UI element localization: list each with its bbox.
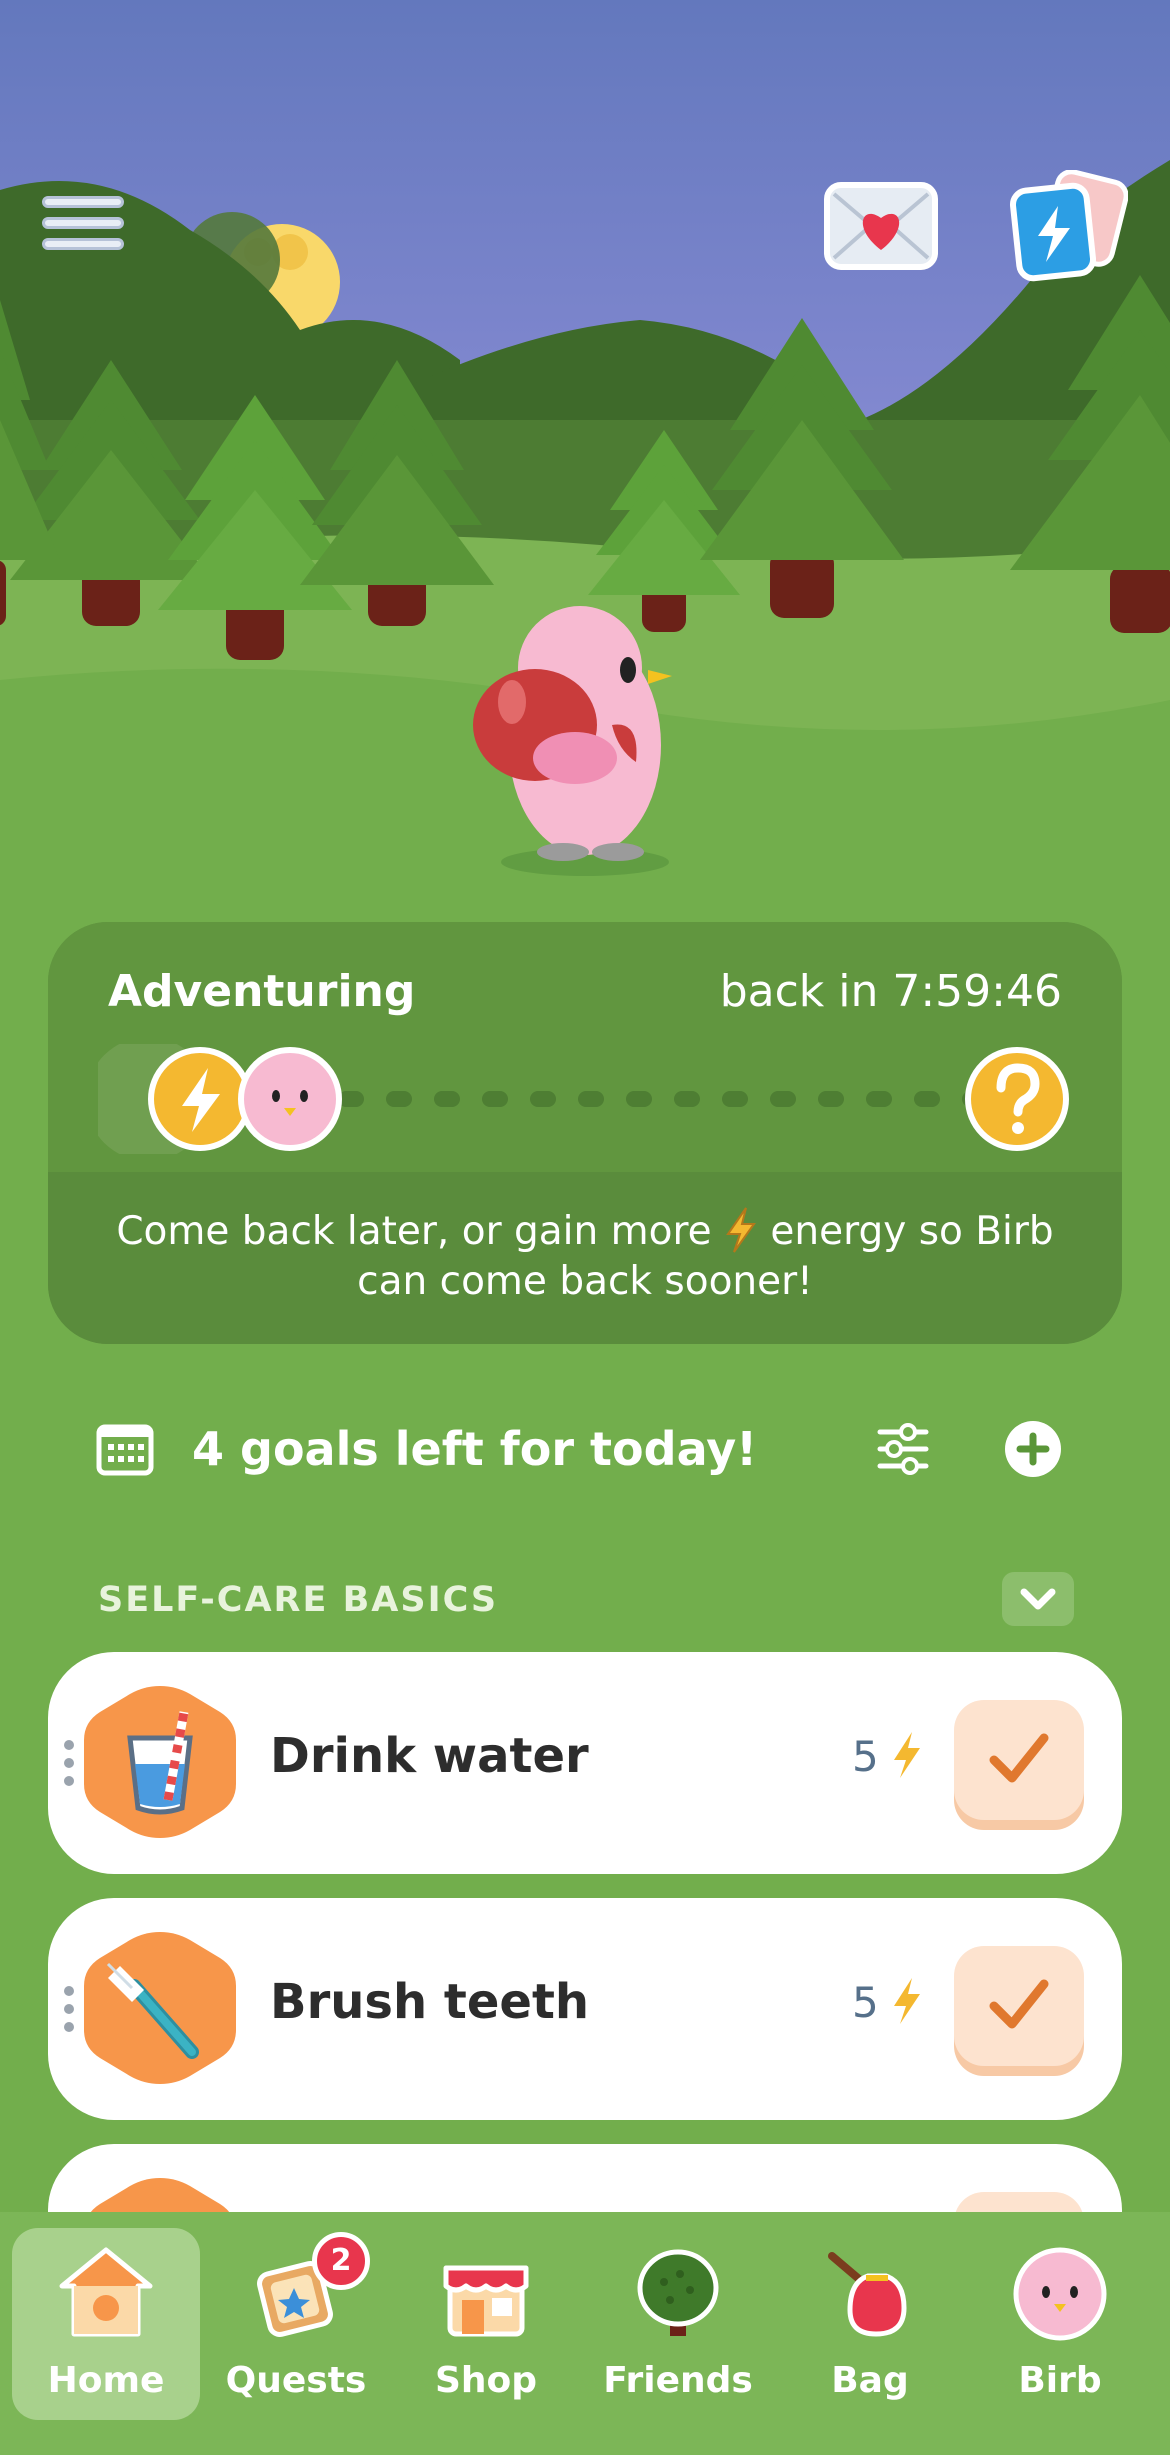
tab-birb[interactable]: Birb	[966, 2228, 1154, 2420]
complete-habit-button[interactable]	[954, 1946, 1084, 2066]
bag-icon	[828, 2252, 907, 2337]
energy-bolt-icon	[148, 1047, 252, 1151]
toothbrush-icon	[84, 1932, 236, 2084]
habit-card-drink-water[interactable]: Drink water 5	[48, 1652, 1122, 1874]
tab-label: Bag	[831, 2360, 909, 2401]
adventure-message: Come back later, or gain more energy so …	[108, 1206, 1062, 1307]
energy-bolt-icon	[726, 1207, 756, 1253]
tab-label: Friends	[603, 2360, 753, 2401]
adventure-title: Adventuring	[108, 966, 416, 1017]
tree-icon	[637, 2249, 719, 2336]
tab-label: Quests	[225, 2360, 367, 2401]
birdhouse-icon	[59, 2247, 153, 2337]
tab-quests[interactable]: 2 Quests	[202, 2228, 390, 2420]
checkmark-icon	[989, 1733, 1049, 1783]
habit-name: Brush teeth	[270, 1974, 590, 2030]
tab-bag[interactable]: Bag	[776, 2228, 964, 2420]
habit-card-brush-teeth[interactable]: Brush teeth 5	[48, 1898, 1122, 2120]
tab-home[interactable]: Home	[12, 2228, 200, 2420]
tab-label: Shop	[434, 2360, 538, 2401]
tab-shop[interactable]: Shop	[392, 2228, 580, 2420]
birb-face-icon	[238, 1047, 342, 1151]
adventure-progress-track	[98, 1044, 1069, 1154]
heart-mail-icon	[824, 182, 938, 270]
chevron-down-icon	[1020, 1588, 1056, 1610]
bottom-tab-bar: Home 2 Quests Shop Friends Bag Birb	[0, 2212, 1170, 2455]
shop-icon	[443, 2265, 529, 2337]
section-title: SELF-CARE BASICS	[98, 1580, 499, 1620]
quests-badge: 2	[312, 2232, 370, 2290]
menu-button[interactable]	[38, 190, 128, 256]
checkmark-icon	[989, 1979, 1049, 2029]
drag-handle-icon[interactable]	[62, 1738, 76, 1788]
complete-habit-button[interactable]	[954, 1700, 1084, 1820]
hamburger-menu-icon	[42, 196, 124, 208]
hamburger-line	[42, 238, 124, 250]
goals-left-text: 4 goals left for today!	[192, 1422, 758, 1476]
calendar-icon	[96, 1424, 154, 1476]
energy-bolt-icon	[894, 1732, 920, 1778]
tab-label: Home	[47, 2360, 165, 2401]
filter-sliders-icon[interactable]	[876, 1422, 930, 1476]
hamburger-line	[42, 217, 124, 229]
drag-handle-icon[interactable]	[62, 1984, 76, 2034]
tab-friends[interactable]: Friends	[584, 2228, 772, 2420]
adventure-card: Adventuring back in 7:59:46 Come back la…	[48, 922, 1122, 1344]
adventure-timer: back in 7:59:46	[719, 966, 1062, 1017]
adventure-message-start: Come back later, or gain more	[116, 1209, 725, 1254]
birb-face-icon	[1013, 2247, 1107, 2341]
mail-button[interactable]	[824, 182, 938, 270]
goals-summary-row: 4 goals left for today!	[96, 1410, 1086, 1490]
add-goal-icon[interactable]	[1004, 1420, 1062, 1478]
habit-points: 5	[852, 1978, 879, 2027]
tab-label: Birb	[1018, 2360, 1102, 2401]
energy-bolt-icon	[894, 1978, 920, 2024]
section-collapse-button[interactable]	[1002, 1572, 1074, 1626]
habit-name: Drink water	[270, 1728, 589, 1784]
question-mark-icon	[965, 1047, 1069, 1151]
background-scene	[0, 0, 1170, 900]
energy-button[interactable]	[1008, 169, 1129, 282]
water-glass-icon	[84, 1686, 236, 1838]
energy-cards-icon	[1009, 169, 1129, 282]
habit-points: 5	[852, 1732, 879, 1781]
